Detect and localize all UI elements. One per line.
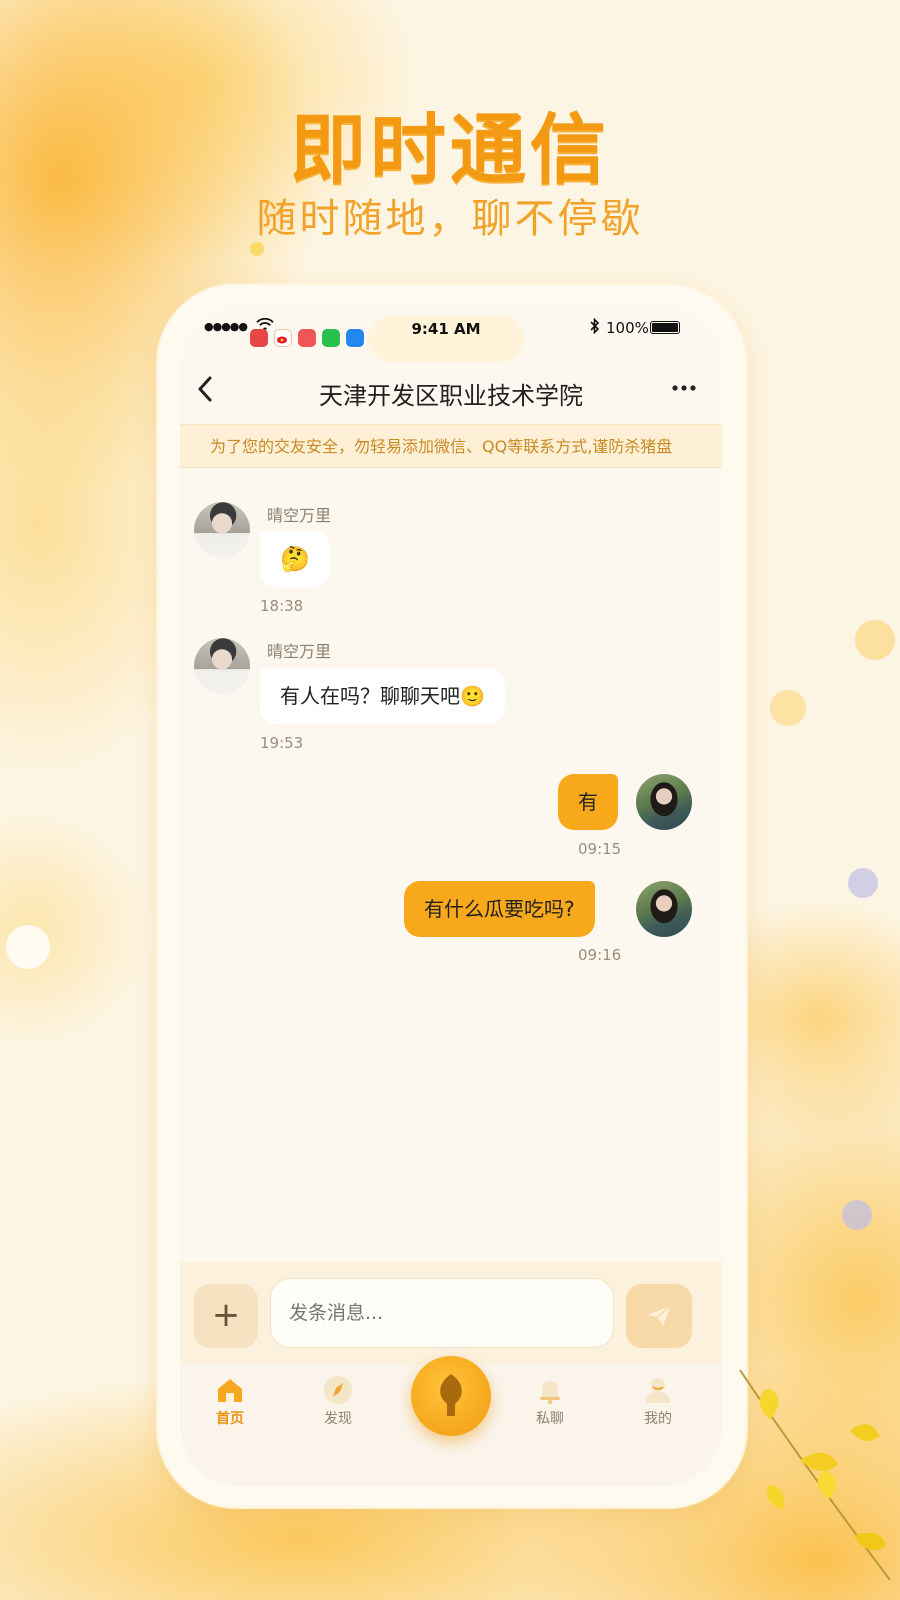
status-time: 9:41 AM [411,320,481,338]
tab-discover[interactable]: 发现 [298,1370,378,1428]
send-icon [648,1305,671,1326]
promo-headline: 即时通信 [290,105,610,194]
avatar[interactable] [194,502,250,558]
ginkgo-decoration [739,1369,891,1581]
message-bubble[interactable]: 🤔 [260,531,330,587]
message-text: 🤔 [280,545,310,573]
promo-subhead: 随时随地，聊不停歇 [256,196,644,242]
more-button[interactable] [666,372,702,408]
message-text: 有什么瓜要吃吗? [424,897,575,921]
bluetooth-icon [590,317,600,338]
message-composer: + [180,1262,722,1364]
wechat-icon [322,329,340,347]
app-red-icon [298,329,316,347]
tab-label: 我的 [644,1411,672,1427]
attach-button[interactable]: + [194,1284,258,1348]
bell-icon [540,1381,560,1404]
battery-icon [650,321,680,334]
decor-dot [848,868,878,898]
battery-percent: 100% [606,319,649,337]
tab-label: 发现 [324,1411,352,1427]
message-bubble[interactable]: 有 [558,774,618,830]
weibo-icon [274,329,292,347]
notification-app-icons [250,329,364,347]
app-blue-icon [346,329,364,347]
message-bubble[interactable]: 有人在吗？聊聊天吧🙂 [260,668,505,724]
message-time: 19:53 [260,734,304,752]
center-action-button[interactable] [411,1356,491,1436]
tab-label: 首页 [216,1411,244,1427]
tab-label: 私聊 [536,1411,564,1427]
tab-private-chat[interactable]: 私聊 [510,1370,590,1428]
phone-screen: ●●●●● 9:41 AM 100% 天津开发区职业技术学院 为了您的交友安全，… [180,306,722,1486]
sender-name: 晴空万里 [267,506,332,525]
decor-dot [770,690,806,726]
status-bar: ●●●●● 9:41 AM 100% [180,306,722,362]
compass-icon [324,1376,352,1404]
send-button[interactable] [626,1284,692,1348]
message-time: 09:16 [578,946,622,964]
message-input[interactable] [270,1278,614,1348]
sender-name: 晴空万里 [267,642,332,661]
avatar[interactable] [636,774,692,830]
decor-dot [250,242,264,256]
safety-notice-banner: 为了您的交友安全，勿轻易添加微信、QQ等联系方式,谨防杀猪盘 [180,424,722,468]
signal-icon: ●●●●● [204,320,248,333]
message-time: 09:15 [578,840,622,858]
message-text: 有 [578,790,598,814]
decor-dot [6,925,50,969]
back-button[interactable] [190,374,220,408]
tab-profile[interactable]: 我的 [618,1370,698,1428]
message-time: 18:38 [260,597,304,615]
message-text: 有人在吗？聊聊天吧🙂 [280,684,485,708]
bottom-tab-bar: 首页 发现 私聊 我的 [180,1356,722,1486]
avatar[interactable] [194,638,250,694]
chevron-left-icon [198,376,212,402]
center-leaf-icon [440,1374,462,1416]
message-bubble[interactable]: 有什么瓜要吃吗? [404,881,595,937]
avatar[interactable] [636,881,692,937]
tab-home[interactable]: 首页 [190,1370,270,1428]
chat-title: 天津开发区职业技术学院 [319,382,583,410]
decor-dot [855,620,895,660]
home-icon [218,1379,242,1402]
app-red-icon [250,329,268,347]
more-horizontal-icon [672,385,696,391]
chat-header: 天津开发区职业技术学院 [180,362,722,422]
profile-icon [646,1378,670,1403]
decor-dot [842,1200,872,1230]
